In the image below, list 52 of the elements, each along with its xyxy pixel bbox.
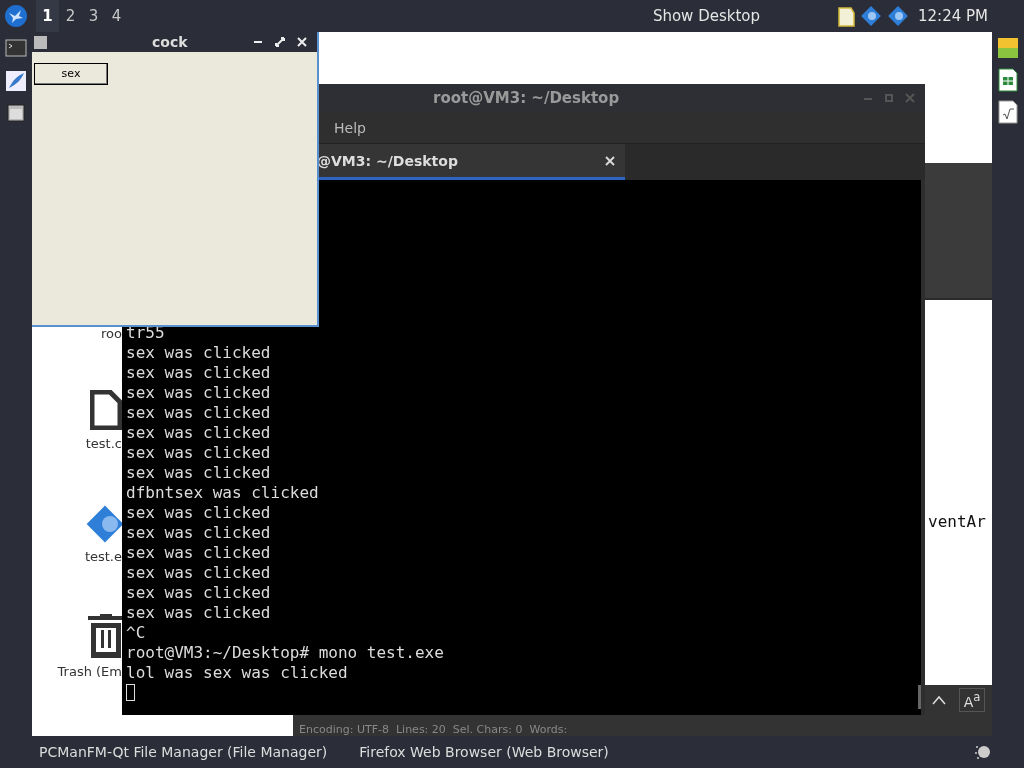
- terminal-line: sex was clicked: [126, 383, 272, 403]
- file-icon[interactable]: [90, 390, 122, 430]
- scrollbar-thumb[interactable]: [918, 685, 921, 709]
- text-cursor: [126, 684, 135, 701]
- workspace-tab[interactable]: 3: [82, 0, 105, 32]
- window-title: root@VM3: ~/Desktop: [433, 89, 620, 107]
- window-icon[interactable]: [7, 104, 25, 122]
- terminal-line: sex was clicked: [126, 423, 272, 443]
- terminal-line: sex was clicked: [126, 463, 272, 483]
- icon-label[interactable]: roo: [101, 326, 122, 341]
- clock[interactable]: 12:24 PM: [918, 7, 988, 25]
- qt-file-icon[interactable]: [997, 36, 1019, 60]
- taskbar-item[interactable]: Firefox Web Browser (Web Browser): [359, 744, 609, 760]
- show-desktop-button[interactable]: Show Desktop: [652, 7, 760, 25]
- terminal-line: sex was clicked: [126, 443, 272, 463]
- terminal-line: sex was clicked: [126, 543, 272, 563]
- window-icon: [34, 35, 47, 49]
- terminal-line: sex was clicked: [126, 583, 272, 603]
- taskbar-item[interactable]: PCManFM-Qt File Manager (File Manager): [39, 744, 328, 760]
- formula-file-icon[interactable]: [998, 100, 1018, 124]
- terminal-line: sex was clicked: [126, 603, 272, 623]
- terminal-line: dfbntsex was clicked: [126, 483, 320, 503]
- push-button[interactable]: sex: [34, 62, 108, 85]
- terminal-line: sex was clicked: [126, 343, 272, 363]
- terminal-icon[interactable]: [5, 38, 27, 58]
- terminal-line: lol was sex was clicked: [126, 663, 349, 683]
- tab-label[interactable]: @VM3: ~/Desktop: [317, 152, 458, 169]
- terminal-line: root@VM3:~/Desktop# mono test.exe: [126, 643, 445, 663]
- workspace-tab[interactable]: 2: [59, 0, 82, 32]
- terminal-line: sex was clicked: [126, 363, 272, 383]
- workspace-tab[interactable]: 4: [105, 0, 128, 32]
- terminal-line: sex was clicked: [126, 523, 272, 543]
- terminal-tab[interactable]: @VM3: ~/Desktop: [317, 144, 625, 180]
- chevron-up-icon[interactable]: [931, 695, 946, 705]
- window-title: cock: [152, 34, 188, 50]
- bird-logo-icon[interactable]: [4, 4, 28, 28]
- menu-item[interactable]: Help: [334, 119, 366, 136]
- icon-label[interactable]: test.c: [85, 436, 122, 451]
- icon-label[interactable]: Trash (Em: [57, 664, 122, 679]
- font-button[interactable]: A$^{a}$: [958, 688, 986, 712]
- clipboard-icon[interactable]: [836, 5, 856, 27]
- brightness-icon[interactable]: [974, 743, 992, 761]
- terminal-line: ^C: [126, 623, 147, 643]
- workspace-tab[interactable]: 1: [36, 0, 59, 32]
- code-text: ventAr: [928, 512, 986, 531]
- status-text: Encoding: UTF-8 Lines: 20 Sel. Chars: 0 Words:: [298, 723, 568, 736]
- feather-icon[interactable]: [5, 70, 27, 92]
- terminal-line: sex was clicked: [126, 563, 272, 583]
- spreadsheet-icon[interactable]: [998, 68, 1018, 92]
- terminal-line: sex was clicked: [126, 503, 272, 523]
- terminal-line: sex was clicked: [126, 403, 272, 423]
- icon-label[interactable]: test.e: [84, 549, 122, 564]
